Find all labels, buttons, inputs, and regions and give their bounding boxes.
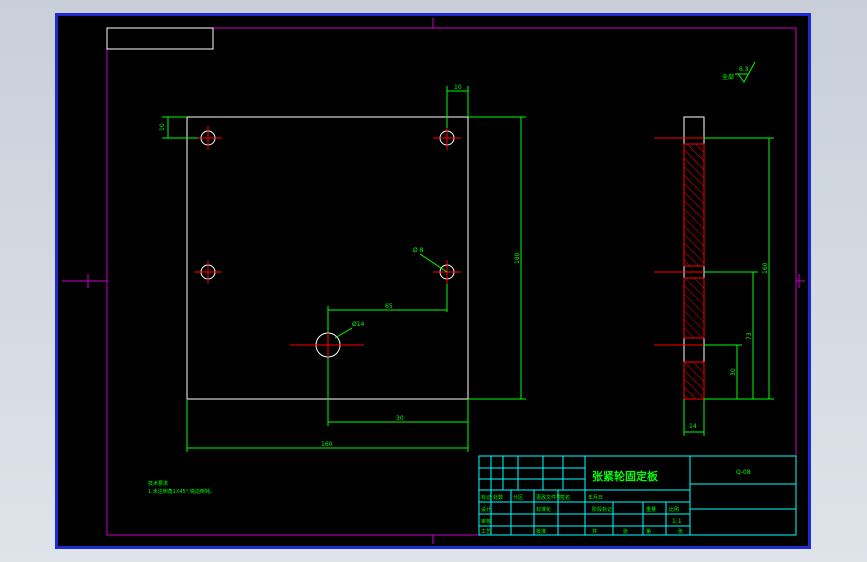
top-left-box <box>106 27 214 50</box>
svg-text:年月日: 年月日 <box>588 494 603 501</box>
drawing-scale: 1:1 <box>672 518 682 525</box>
svg-text:标准化: 标准化 <box>536 506 551 513</box>
svg-text:设计: 设计 <box>481 506 491 513</box>
dim-side-thickness: 14 <box>689 423 697 430</box>
svg-text:处数: 处数 <box>493 494 503 501</box>
cad-drawing-canvas: 10 10 180 65 30 160 Ø 8 Ø14 14 160 73 30… <box>62 18 805 544</box>
svg-text:审核: 审核 <box>481 518 491 525</box>
svg-text:分区: 分区 <box>513 494 523 501</box>
drawing-code: Q-08 <box>736 469 751 476</box>
svg-text:比例: 比例 <box>669 506 679 513</box>
svg-text:张: 张 <box>623 528 628 535</box>
hole-large <box>290 327 364 363</box>
svg-text:重量: 重量 <box>646 506 656 513</box>
svg-text:第: 第 <box>646 528 651 535</box>
svg-text:标记: 标记 <box>481 494 491 501</box>
roughness-value: 6.3 <box>739 66 749 73</box>
dim-left-offset: 10 <box>159 123 166 131</box>
dim-side-height-full: 160 <box>762 262 769 274</box>
dim-top-width: 10 <box>454 84 462 91</box>
svg-text:更改文件号: 更改文件号 <box>536 494 561 501</box>
side-view <box>654 116 774 436</box>
svg-text:批准: 批准 <box>536 528 546 535</box>
dim-side-height-low: 30 <box>730 368 737 376</box>
dim-width: 160 <box>321 441 333 448</box>
dimension-lines <box>162 86 526 452</box>
dim-horizontal-offset: 65 <box>385 303 393 310</box>
dim-large-hole: Ø14 <box>352 321 365 328</box>
svg-text:张: 张 <box>678 528 683 535</box>
svg-text:共: 共 <box>592 528 597 535</box>
title-block <box>478 455 797 536</box>
hole-mid-left <box>194 260 222 284</box>
drawing-title: 张紧轮固定板 <box>592 469 659 483</box>
roughness-label: 全部 <box>722 73 734 81</box>
svg-text:签名: 签名 <box>560 494 570 501</box>
svg-text:工艺: 工艺 <box>481 529 491 535</box>
notes-heading: 技术要求 <box>148 480 168 487</box>
hole-mid-right <box>433 260 461 284</box>
notes-line-1: 1.未注倒角1X45°,锐边倒钝。 <box>148 488 215 495</box>
dim-small-hole: Ø 8 <box>413 247 424 254</box>
drawing-viewport[interactable]: 10 10 180 65 30 160 Ø 8 Ø14 14 160 73 30… <box>55 13 811 549</box>
dim-bottom-offset: 30 <box>396 415 404 422</box>
svg-text:阶段标记: 阶段标记 <box>592 506 612 513</box>
dim-height: 180 <box>514 252 521 264</box>
dim-side-height-mid: 73 <box>746 332 753 340</box>
hole-top-right <box>433 126 461 150</box>
hole-top-left <box>194 126 222 150</box>
